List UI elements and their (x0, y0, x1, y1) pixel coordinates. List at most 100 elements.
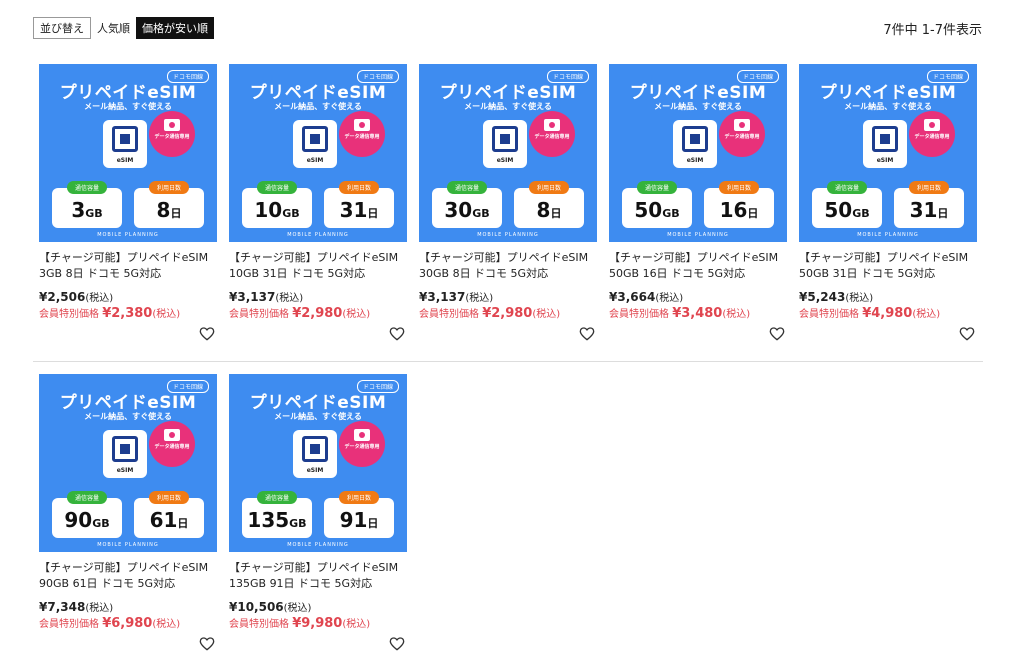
data-capacity-box: 通信容量 50GB (812, 181, 882, 228)
product-name[interactable]: 【チャージ可能】プリペイドeSIM 50GB 31日 ドコモ 5G対応 (799, 250, 981, 282)
data-capacity-value: 10GB (254, 198, 300, 222)
thumbnail-subtitle: メール納品、すぐ使える (654, 102, 742, 111)
esim-chip-icon: eSIM (863, 120, 907, 168)
member-price: 会員特別価格 ¥9,980(税込) (229, 616, 371, 631)
product-thumbnail[interactable]: ドコモ回線 プリペイドeSIM メール納品、すぐ使える eSIM データ通信専用… (39, 374, 217, 552)
sort-option-price-low[interactable]: 価格が安い順 (136, 17, 214, 39)
product-card: ドコモ回線 プリペイドeSIM メール納品、すぐ使える eSIM データ通信専用… (419, 64, 597, 354)
product-thumbnail[interactable]: ドコモ回線 プリペイドeSIM メール納品、すぐ使える eSIM データ通信専用… (229, 374, 407, 552)
product-price: ¥10,506(税込) (229, 600, 312, 614)
thumbnail-subtitle: メール納品、すぐ使える (274, 102, 362, 111)
usage-days-box: 利用日数 16日 (704, 181, 774, 228)
product-name[interactable]: 【チャージ可能】プリペイドeSIM 135GB 91日 ドコモ 5G対応 (229, 560, 411, 592)
data-capacity-box: 通信容量 135GB (242, 491, 312, 538)
usage-days-value: 91日 (339, 508, 379, 532)
usage-days-label: 利用日数 (718, 181, 760, 194)
member-price: 会員特別価格 ¥2,380(税込) (39, 306, 181, 321)
product-name[interactable]: 【チャージ可能】プリペイドeSIM 50GB 16日 ドコモ 5G対応 (609, 250, 791, 282)
product-price: ¥3,664(税込) (609, 290, 684, 304)
usage-days-label: 利用日数 (528, 181, 570, 194)
data-capacity-label: 通信容量 (446, 181, 488, 194)
product-thumbnail[interactable]: ドコモ回線 プリペイドeSIM メール納品、すぐ使える eSIM データ通信専用… (609, 64, 787, 242)
brand-footer: MOBILE PLANNING (97, 542, 159, 548)
data-capacity-value: 3GB (71, 198, 103, 222)
brand-footer: MOBILE PLANNING (287, 542, 349, 548)
usage-days-box: 利用日数 8日 (134, 181, 204, 228)
chip-label: eSIM (116, 157, 134, 164)
sort-label: 並び替え (33, 17, 91, 39)
brand-footer: MOBILE PLANNING (287, 232, 349, 238)
product-name[interactable]: 【チャージ可能】プリペイドeSIM 30GB 8日 ドコモ 5G対応 (419, 250, 601, 282)
data-capacity-value: 50GB (634, 198, 680, 222)
product-price: ¥3,137(税込) (419, 290, 494, 304)
product-card: ドコモ回線 プリペイドeSIM メール納品、すぐ使える eSIM データ通信専用… (229, 374, 407, 660)
member-price: 会員特別価格 ¥4,980(税込) (799, 306, 941, 321)
usage-days-value: 31日 (909, 198, 949, 222)
usage-days-label: 利用日数 (338, 181, 380, 194)
data-only-badge: データ通信専用 (339, 421, 385, 467)
thumbnail-title: プリペイドeSIM (629, 83, 767, 103)
japan-flag-icon (164, 429, 180, 441)
brand-footer: MOBILE PLANNING (97, 232, 159, 238)
badge-text: データ通信専用 (344, 444, 380, 450)
product-name[interactable]: 【チャージ可能】プリペイドeSIM 3GB 8日 ドコモ 5G対応 (39, 250, 221, 282)
product-thumbnail[interactable]: ドコモ回線 プリペイドeSIM メール納品、すぐ使える eSIM データ通信専用… (39, 64, 217, 242)
favorite-heart-icon[interactable] (199, 636, 215, 652)
usage-days-label: 利用日数 (148, 181, 190, 194)
usage-days-value: 16日 (719, 198, 759, 222)
data-capacity-label: 通信容量 (66, 181, 108, 194)
usage-days-value: 61日 (149, 508, 189, 532)
member-price: 会員特別価格 ¥6,980(税込) (39, 616, 181, 631)
favorite-heart-icon[interactable] (199, 326, 215, 342)
thumbnail-subtitle: メール納品、すぐ使える (464, 102, 552, 111)
thumbnail-title: プリペイドeSIM (249, 393, 387, 413)
product-thumbnail[interactable]: ドコモ回線 プリペイドeSIM メール納品、すぐ使える eSIM データ通信専用… (229, 64, 407, 242)
product-thumbnail[interactable]: ドコモ回線 プリペイドeSIM メール納品、すぐ使える eSIM データ通信専用… (799, 64, 977, 242)
usage-days-box: 利用日数 61日 (134, 491, 204, 538)
japan-flag-icon (164, 119, 180, 131)
product-name[interactable]: 【チャージ可能】プリペイドeSIM 90GB 61日 ドコモ 5G対応 (39, 560, 221, 592)
data-capacity-box: 通信容量 10GB (242, 181, 312, 228)
badge-text: データ通信専用 (914, 134, 950, 140)
member-price: 会員特別価格 ¥2,980(税込) (229, 306, 371, 321)
chip-label: eSIM (496, 157, 514, 164)
data-capacity-label: 通信容量 (66, 491, 108, 504)
favorite-heart-icon[interactable] (769, 326, 785, 342)
thumbnail-subtitle: メール納品、すぐ使える (844, 102, 932, 111)
badge-text: データ通信専用 (534, 134, 570, 140)
data-capacity-box: 通信容量 50GB (622, 181, 692, 228)
badge-text: データ通信専用 (154, 444, 190, 450)
product-name[interactable]: 【チャージ可能】プリペイドeSIM 10GB 31日 ドコモ 5G対応 (229, 250, 411, 282)
badge-text: データ通信専用 (724, 134, 760, 140)
favorite-heart-icon[interactable] (389, 636, 405, 652)
esim-chip-icon: eSIM (293, 120, 337, 168)
product-price: ¥5,243(税込) (799, 290, 874, 304)
favorite-heart-icon[interactable] (389, 326, 405, 342)
sort-option-popular[interactable]: 人気順 (91, 17, 136, 39)
badge-text: データ通信専用 (154, 134, 190, 140)
product-thumbnail[interactable]: ドコモ回線 プリペイドeSIM メール納品、すぐ使える eSIM データ通信専用… (419, 64, 597, 242)
usage-days-label: 利用日数 (908, 181, 950, 194)
thumbnail-title: プリペイドeSIM (819, 83, 957, 103)
usage-days-label: 利用日数 (338, 491, 380, 504)
esim-chip-icon: eSIM (103, 120, 147, 168)
result-count: 7件中 1-7件表示 (883, 23, 982, 38)
product-price: ¥2,506(税込) (39, 290, 114, 304)
data-capacity-value: 50GB (824, 198, 870, 222)
data-only-badge: データ通信専用 (529, 111, 575, 157)
usage-days-value: 31日 (339, 198, 379, 222)
data-capacity-label: 通信容量 (256, 181, 298, 194)
data-capacity-label: 通信容量 (826, 181, 868, 194)
data-capacity-value: 135GB (247, 508, 307, 532)
favorite-heart-icon[interactable] (959, 326, 975, 342)
data-capacity-value: 90GB (64, 508, 110, 532)
thumbnail-title: プリペイドeSIM (249, 83, 387, 103)
data-only-badge: データ通信専用 (719, 111, 765, 157)
esim-chip-icon: eSIM (483, 120, 527, 168)
product-card: ドコモ回線 プリペイドeSIM メール納品、すぐ使える eSIM データ通信専用… (39, 374, 217, 660)
member-price: 会員特別価格 ¥3,480(税込) (609, 306, 751, 321)
product-card: ドコモ回線 プリペイドeSIM メール納品、すぐ使える eSIM データ通信専用… (39, 64, 217, 354)
favorite-heart-icon[interactable] (579, 326, 595, 342)
japan-flag-icon (354, 119, 370, 131)
data-capacity-box: 通信容量 3GB (52, 181, 122, 228)
